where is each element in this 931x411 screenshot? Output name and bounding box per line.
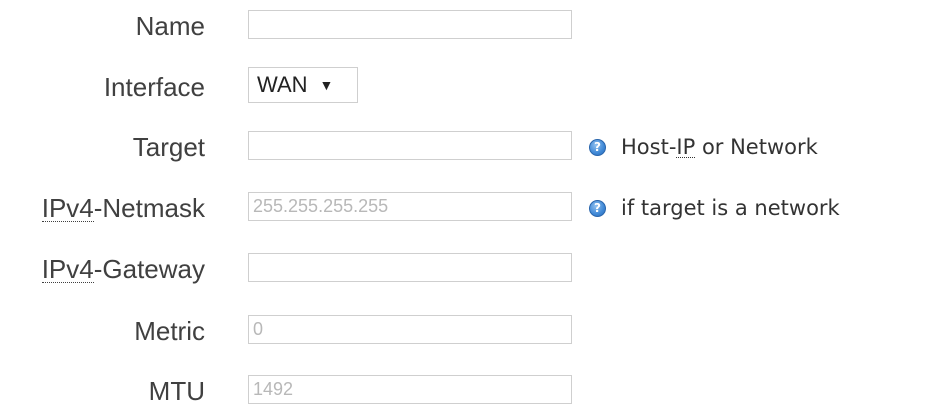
gateway-label-rest: -Gateway <box>93 254 205 284</box>
name-input[interactable] <box>248 10 572 39</box>
dropdown-arrow-icon: ▼ <box>319 77 334 93</box>
help-icon: ? <box>589 138 606 156</box>
row-gateway: IPv4-Gateway <box>0 249 931 289</box>
mtu-input[interactable] <box>248 375 572 404</box>
name-label: Name <box>135 11 205 41</box>
target-input[interactable] <box>248 131 572 160</box>
target-hint-suffix: or Network <box>695 135 818 159</box>
interface-label: Interface <box>103 72 205 102</box>
help-icon: ? <box>589 199 606 217</box>
metric-label: Metric <box>134 316 205 346</box>
row-netmask: IPv4-Netmask ? if target is a network <box>0 188 931 228</box>
ipv4-abbreviation[interactable]: IPv4 <box>41 256 94 283</box>
netmask-label-rest: -Netmask <box>93 193 205 223</box>
gateway-label: IPv4-Gateway <box>41 249 205 289</box>
row-target: Target ? Host- IP or Network <box>0 127 931 167</box>
netmask-label: IPv4-Netmask <box>41 188 205 228</box>
metric-input[interactable] <box>248 315 572 344</box>
row-name: Name <box>0 6 931 46</box>
netmask-input[interactable] <box>248 192 572 221</box>
target-hint-prefix: Host- <box>621 135 677 159</box>
interface-selected-value: WAN <box>257 72 308 97</box>
netmask-hint-text: if target is a network <box>621 196 840 220</box>
ipv4-abbreviation[interactable]: IPv4 <box>41 195 94 222</box>
target-hint: ? Host- IP or Network <box>589 127 818 167</box>
interface-select[interactable]: WAN ▼ <box>248 67 358 103</box>
row-interface: Interface WAN ▼ <box>0 67 931 107</box>
gateway-input[interactable] <box>248 253 572 282</box>
ip-abbreviation[interactable]: IP <box>676 136 696 158</box>
row-mtu: MTU <box>0 371 931 411</box>
mtu-label: MTU <box>148 376 205 406</box>
row-metric: Metric <box>0 311 931 351</box>
netmask-hint: ? if target is a network <box>589 188 840 228</box>
target-label: Target <box>132 132 205 162</box>
